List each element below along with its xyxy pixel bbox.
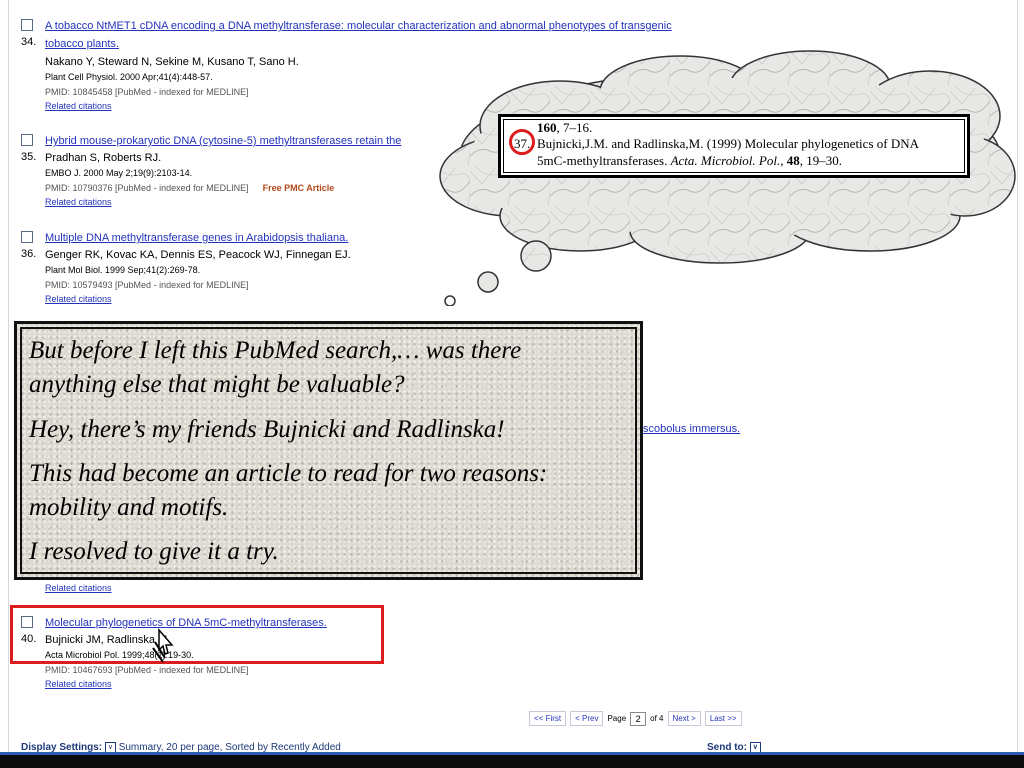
page-label: Page: [607, 714, 627, 723]
mouse-cursor-icon: [152, 628, 174, 663]
result-journal: Plant Mol Biol. 1999 Sep;41(2):269-78.: [45, 265, 201, 275]
select-checkbox[interactable]: [21, 134, 33, 146]
result-pmid: PMID: 10467693 [PubMed - indexed for MED…: [45, 665, 249, 675]
select-checkbox[interactable]: [21, 19, 33, 31]
result-number: 34.: [21, 36, 37, 48]
result-pmid: PMID: 10845458 [PubMed - indexed for MED…: [45, 87, 249, 97]
prev-page-button[interactable]: < Prev: [570, 711, 604, 726]
result-pmid: PMID: 10579493 [PubMed - indexed for MED…: [45, 280, 249, 290]
pages-text: , 7–16.: [556, 120, 593, 135]
result-pmid: PMID: 10790376 [PubMed - indexed for MED…: [45, 183, 334, 193]
result-authors: Nakano Y, Steward N, Sekine M, Kusano T,…: [45, 56, 299, 68]
last-page-button[interactable]: Last >>: [704, 711, 742, 726]
result-journal: EMBO J. 2000 May 2;19(9):2103-14.: [45, 168, 193, 178]
reference-line-3: 5mC-methyltransferases. Acta. Microbiol.…: [537, 153, 842, 169]
result-authors: Pradhan S, Roberts RJ.: [45, 152, 162, 164]
result-number: 36.: [21, 248, 37, 260]
related-citations-link[interactable]: Related citations: [45, 197, 112, 207]
result-number: 35.: [21, 151, 37, 163]
red-circle-highlight: [509, 129, 535, 155]
related-citations-link[interactable]: Related citations: [45, 679, 112, 689]
pagination: << First < Prev Page 2 of 4 Next > Last …: [529, 711, 742, 726]
title-tail: 5mC-methyltransferases.: [537, 153, 671, 168]
partial-title-link[interactable]: scobolus immersus.: [643, 423, 740, 435]
callout-line-4: This had become an article to read for t…: [29, 460, 548, 487]
select-checkbox[interactable]: [21, 231, 33, 243]
highlight-box: [10, 605, 384, 664]
page-count: of 4: [650, 714, 664, 723]
reference-citation-box: 160, 7–16. 37. Bujnicki,J.M. and Radlins…: [498, 114, 970, 178]
first-page-button[interactable]: << First: [529, 711, 567, 726]
callout-line-1: But before I left this PubMed search,… w…: [29, 337, 522, 364]
related-citations-link[interactable]: Related citations: [45, 294, 112, 304]
callout-line-3: Hey, there’s my friends Bujnicki and Rad…: [29, 416, 505, 443]
callout-line-2: anything else that might be valuable?: [29, 371, 405, 398]
related-citations-link[interactable]: Related citations: [45, 101, 112, 111]
pages-text: , 19–30.: [799, 153, 842, 168]
page-number-input[interactable]: 2: [630, 711, 647, 726]
journal-italic: Acta. Microbiol. Pol.: [670, 153, 781, 168]
result-authors: Genger RK, Kovac KA, Dennis ES, Peacock …: [45, 249, 351, 261]
pmid-text: PMID: 10790376 [PubMed - indexed for MED…: [45, 183, 249, 193]
free-pmc-article-link[interactable]: Free PMC Article: [263, 183, 335, 193]
callout-line-5: mobility and motifs.: [29, 494, 229, 521]
volume-bold: 160: [537, 120, 557, 135]
narrative-callout: But before I left this PubMed search,… w…: [14, 321, 643, 580]
volume-bold: 48: [786, 153, 800, 168]
related-citations-link[interactable]: Related citations: [45, 583, 112, 593]
bottom-blue-stripe: [0, 752, 1024, 755]
next-page-button[interactable]: Next >: [667, 711, 701, 726]
reference-line-1: 160, 7–16.: [537, 120, 592, 136]
callout-line-6: I resolved to give it a try.: [29, 538, 279, 565]
result-title-link[interactable]: A tobacco NtMET1 cDNA encoding a DNA met…: [45, 17, 745, 35]
reference-line-2: Bujnicki,J.M. and Radlinska,M. (1999) Mo…: [537, 136, 919, 151]
result-journal: Plant Cell Physiol. 2000 Apr;41(4):448-5…: [45, 72, 213, 82]
